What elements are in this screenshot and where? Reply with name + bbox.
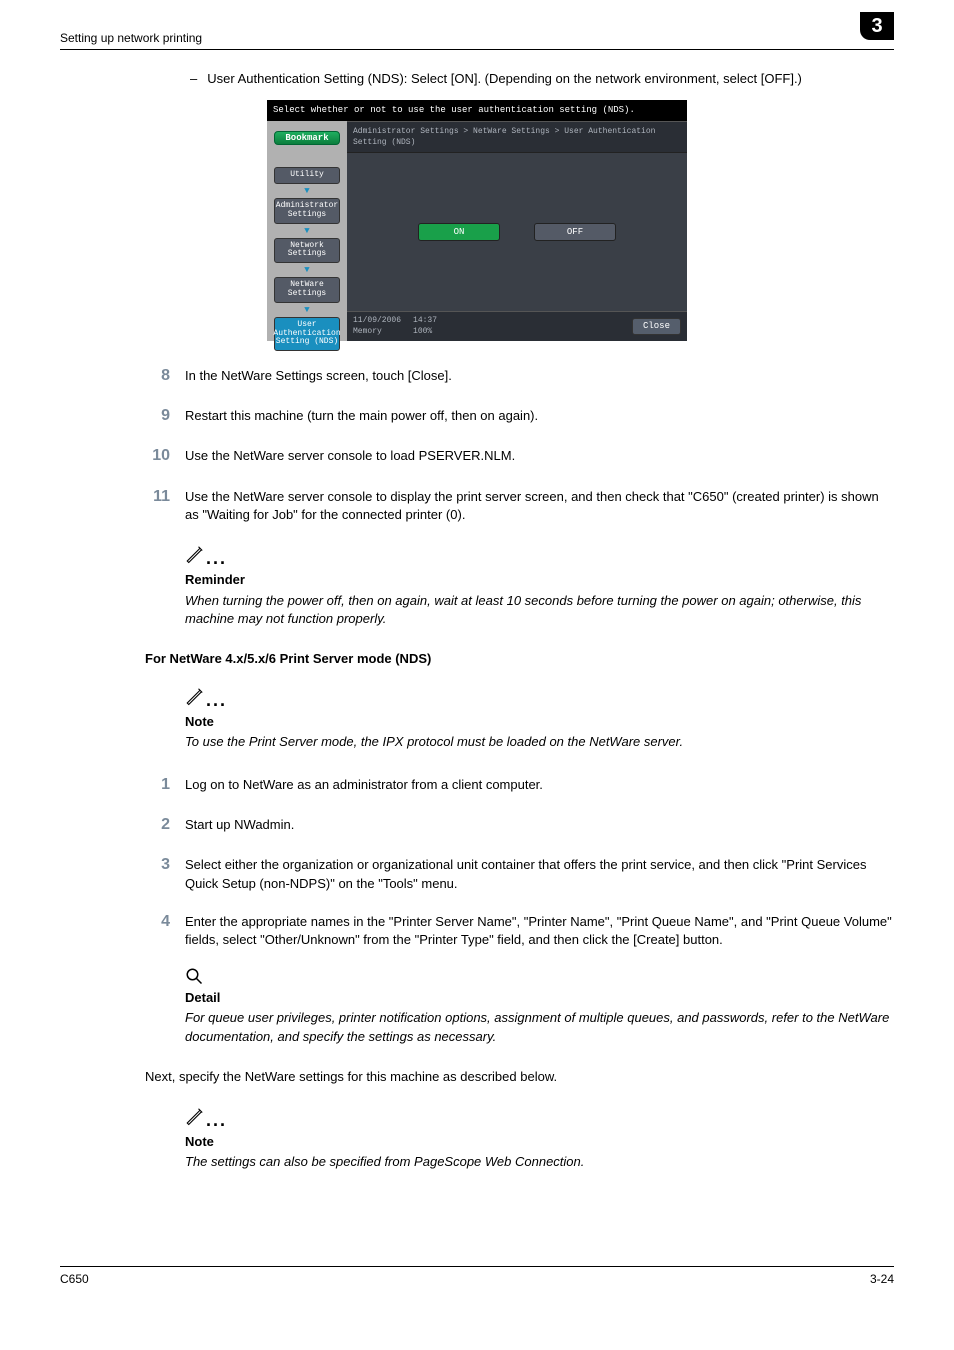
note-block: ... Note To use the Print Server mode, t… <box>185 684 894 752</box>
panel-body: Bookmark Utility ▼ Administrator Setting… <box>267 121 687 341</box>
detail-block: Detail For queue user privileges, printe… <box>185 967 894 1046</box>
intro-text: User Authentication Setting (NDS): Selec… <box>207 70 802 88</box>
nav-network-settings[interactable]: Network Settings <box>274 238 340 264</box>
page-footer: C650 3-24 <box>60 1266 894 1288</box>
status-bar: 11/09/2006 Memory 14:37 100% Close <box>347 311 687 340</box>
step-row: 10 Use the NetWare server console to loa… <box>60 445 894 467</box>
step-number: 10 <box>145 445 185 467</box>
step-number: 9 <box>145 405 185 427</box>
note-block: ... Note The settings can also be specif… <box>185 1104 894 1172</box>
step-row: 8 In the NetWare Settings screen, touch … <box>60 365 894 387</box>
step-number: 11 <box>145 486 185 524</box>
nav-utility[interactable]: Utility <box>274 167 340 184</box>
close-button[interactable]: Close <box>632 318 681 335</box>
footer-model: C650 <box>60 1271 89 1288</box>
reminder-icon: ... <box>185 542 894 567</box>
step-row: 3 Select either the organization or orga… <box>60 854 894 892</box>
intro-bullet: – User Authentication Setting (NDS): Sel… <box>190 70 894 88</box>
note-icon: ... <box>185 1104 894 1129</box>
step-row: 11 Use the NetWare server console to dis… <box>60 486 894 524</box>
note-icon: ... <box>185 684 894 709</box>
panel-main: Administrator Settings > NetWare Setting… <box>347 121 687 341</box>
step-text: Select either the organization or organi… <box>185 854 894 892</box>
arrow-down-icon: ▼ <box>304 188 309 194</box>
section-heading: For NetWare 4.x/5.x/6 Print Server mode … <box>145 650 894 668</box>
detail-icon <box>185 967 894 985</box>
arrow-down-icon: ▼ <box>304 307 309 313</box>
detail-label: Detail <box>185 989 894 1007</box>
step-text: Start up NWadmin. <box>185 814 894 836</box>
step-text: Enter the appropriate names in the "Prin… <box>185 911 894 949</box>
step-row: 4 Enter the appropriate names in the "Pr… <box>60 911 894 949</box>
step-number: 1 <box>145 774 185 796</box>
step-text: Log on to NetWare as an administrator fr… <box>185 774 894 796</box>
step-text: In the NetWare Settings screen, touch [C… <box>185 365 894 387</box>
status-left: 11/09/2006 Memory 14:37 100% <box>353 315 437 337</box>
panel-description: Select whether or not to use the user au… <box>267 100 687 121</box>
reminder-block: ... Reminder When turning the power off,… <box>185 542 894 628</box>
step-row: 9 Restart this machine (turn the main po… <box>60 405 894 427</box>
dots-icon: ... <box>206 688 227 713</box>
step-text: Restart this machine (turn the main powe… <box>185 405 894 427</box>
nav-netware-settings[interactable]: NetWare Settings <box>274 277 340 303</box>
status-time: 14:37 <box>413 315 437 326</box>
note-label: Note <box>185 1133 894 1151</box>
chapter-number: 3 <box>860 12 894 40</box>
dots-icon: ... <box>206 1108 227 1133</box>
dash-icon: – <box>190 70 197 88</box>
step-number: 3 <box>145 854 185 892</box>
status-date: 11/09/2006 <box>353 315 401 326</box>
page-header: Setting up network printing 3 <box>60 30 894 50</box>
panel-sidebar: Bookmark Utility ▼ Administrator Setting… <box>267 121 347 341</box>
breadcrumbs: Administrator Settings > NetWare Setting… <box>347 121 687 153</box>
status-mem-value: 100% <box>413 326 437 337</box>
bookmark-button[interactable]: Bookmark <box>274 131 340 146</box>
off-button[interactable]: OFF <box>534 223 616 241</box>
status-mem-label: Memory <box>353 326 401 337</box>
nav-admin-settings[interactable]: Administrator Settings <box>274 198 340 224</box>
dots-icon: ... <box>206 546 227 571</box>
note-body: To use the Print Server mode, the IPX pr… <box>185 733 894 751</box>
step-number: 8 <box>145 365 185 387</box>
on-off-toggle: ON OFF <box>347 223 687 241</box>
panel-wrap: Select whether or not to use the user au… <box>60 100 894 341</box>
step-number: 4 <box>145 911 185 949</box>
detail-body: For queue user privileges, printer notif… <box>185 1009 894 1045</box>
arrow-down-icon: ▼ <box>304 267 309 273</box>
header-title: Setting up network printing <box>60 30 202 47</box>
step-text: Use the NetWare server console to displa… <box>185 486 894 524</box>
reminder-label: Reminder <box>185 571 894 589</box>
nav-user-auth[interactable]: User Authentication Setting (NDS) <box>274 317 340 351</box>
step-number: 2 <box>145 814 185 836</box>
on-button[interactable]: ON <box>418 223 500 241</box>
note-body: The settings can also be specified from … <box>185 1153 894 1171</box>
plain-paragraph: Next, specify the NetWare settings for t… <box>145 1068 894 1086</box>
arrow-down-icon: ▼ <box>304 228 309 234</box>
footer-page: 3-24 <box>870 1271 894 1288</box>
control-panel: Select whether or not to use the user au… <box>267 100 687 341</box>
step-row: 2 Start up NWadmin. <box>60 814 894 836</box>
step-row: 1 Log on to NetWare as an administrator … <box>60 774 894 796</box>
reminder-body: When turning the power off, then on agai… <box>185 592 894 628</box>
note-label: Note <box>185 713 894 731</box>
step-text: Use the NetWare server console to load P… <box>185 445 894 467</box>
